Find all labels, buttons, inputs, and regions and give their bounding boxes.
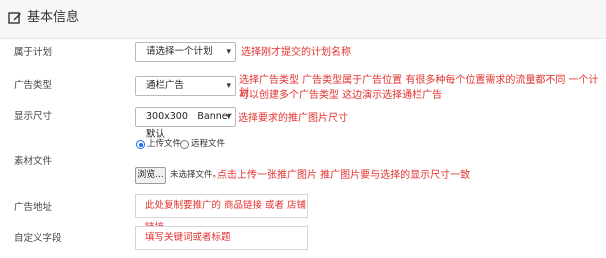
file-status: 未选择文件。 bbox=[170, 170, 222, 180]
panel-title: 基本信息 bbox=[27, 10, 80, 25]
radio-remote[interactable] bbox=[180, 140, 189, 149]
ad-type-note-line2: 可以创建多个广告类型 这边演示选择通栏广告 bbox=[239, 90, 443, 101]
ad-type-select[interactable]: 通栏广告 ▾ bbox=[135, 76, 236, 96]
material-note: 点击上传一张推广图片 推广图片要与选择的显示尺寸一致 bbox=[217, 170, 471, 181]
display-size-note: 选择要求的推广图片尺寸 bbox=[238, 113, 348, 124]
ad-url-input[interactable]: 此处复制要推广的 商品链接 或者 店铺链接 bbox=[135, 194, 308, 233]
plan-note: 选择刚才提交的计划名称 bbox=[241, 47, 351, 58]
material-label: 素材文件 bbox=[14, 156, 53, 167]
display-size-label: 显示尺寸 bbox=[14, 111, 53, 122]
plan-select-value: 请选择一个计划 bbox=[146, 46, 213, 57]
custom-field-input[interactable]: 填写关键词或者标题 bbox=[135, 226, 308, 250]
display-size-select[interactable]: 300x300 Banner默认 ▾ bbox=[135, 107, 236, 140]
ad-url-label: 广告地址 bbox=[14, 202, 53, 213]
custom-field-label: 自定义字段 bbox=[14, 233, 62, 244]
browse-button[interactable]: 浏览... bbox=[135, 167, 166, 184]
radio-upload-label[interactable]: 上传文件 bbox=[147, 139, 181, 150]
radio-upload[interactable] bbox=[136, 140, 145, 149]
display-size-select-value: 300x300 Banner默认 bbox=[146, 111, 232, 140]
plan-label: 属于计划 bbox=[14, 47, 53, 58]
ad-type-select-value: 通栏广告 bbox=[146, 80, 185, 91]
radio-remote-label[interactable]: 远程文件 bbox=[191, 139, 225, 150]
panel-header bbox=[0, 0, 606, 39]
chevron-down-icon: ▾ bbox=[226, 112, 231, 122]
chevron-down-icon: ▾ bbox=[226, 47, 231, 57]
plan-select[interactable]: 请选择一个计划 ▾ bbox=[135, 42, 236, 62]
ad-type-label: 广告类型 bbox=[14, 80, 53, 91]
edit-icon bbox=[8, 12, 21, 24]
chevron-down-icon: ▾ bbox=[226, 81, 231, 91]
